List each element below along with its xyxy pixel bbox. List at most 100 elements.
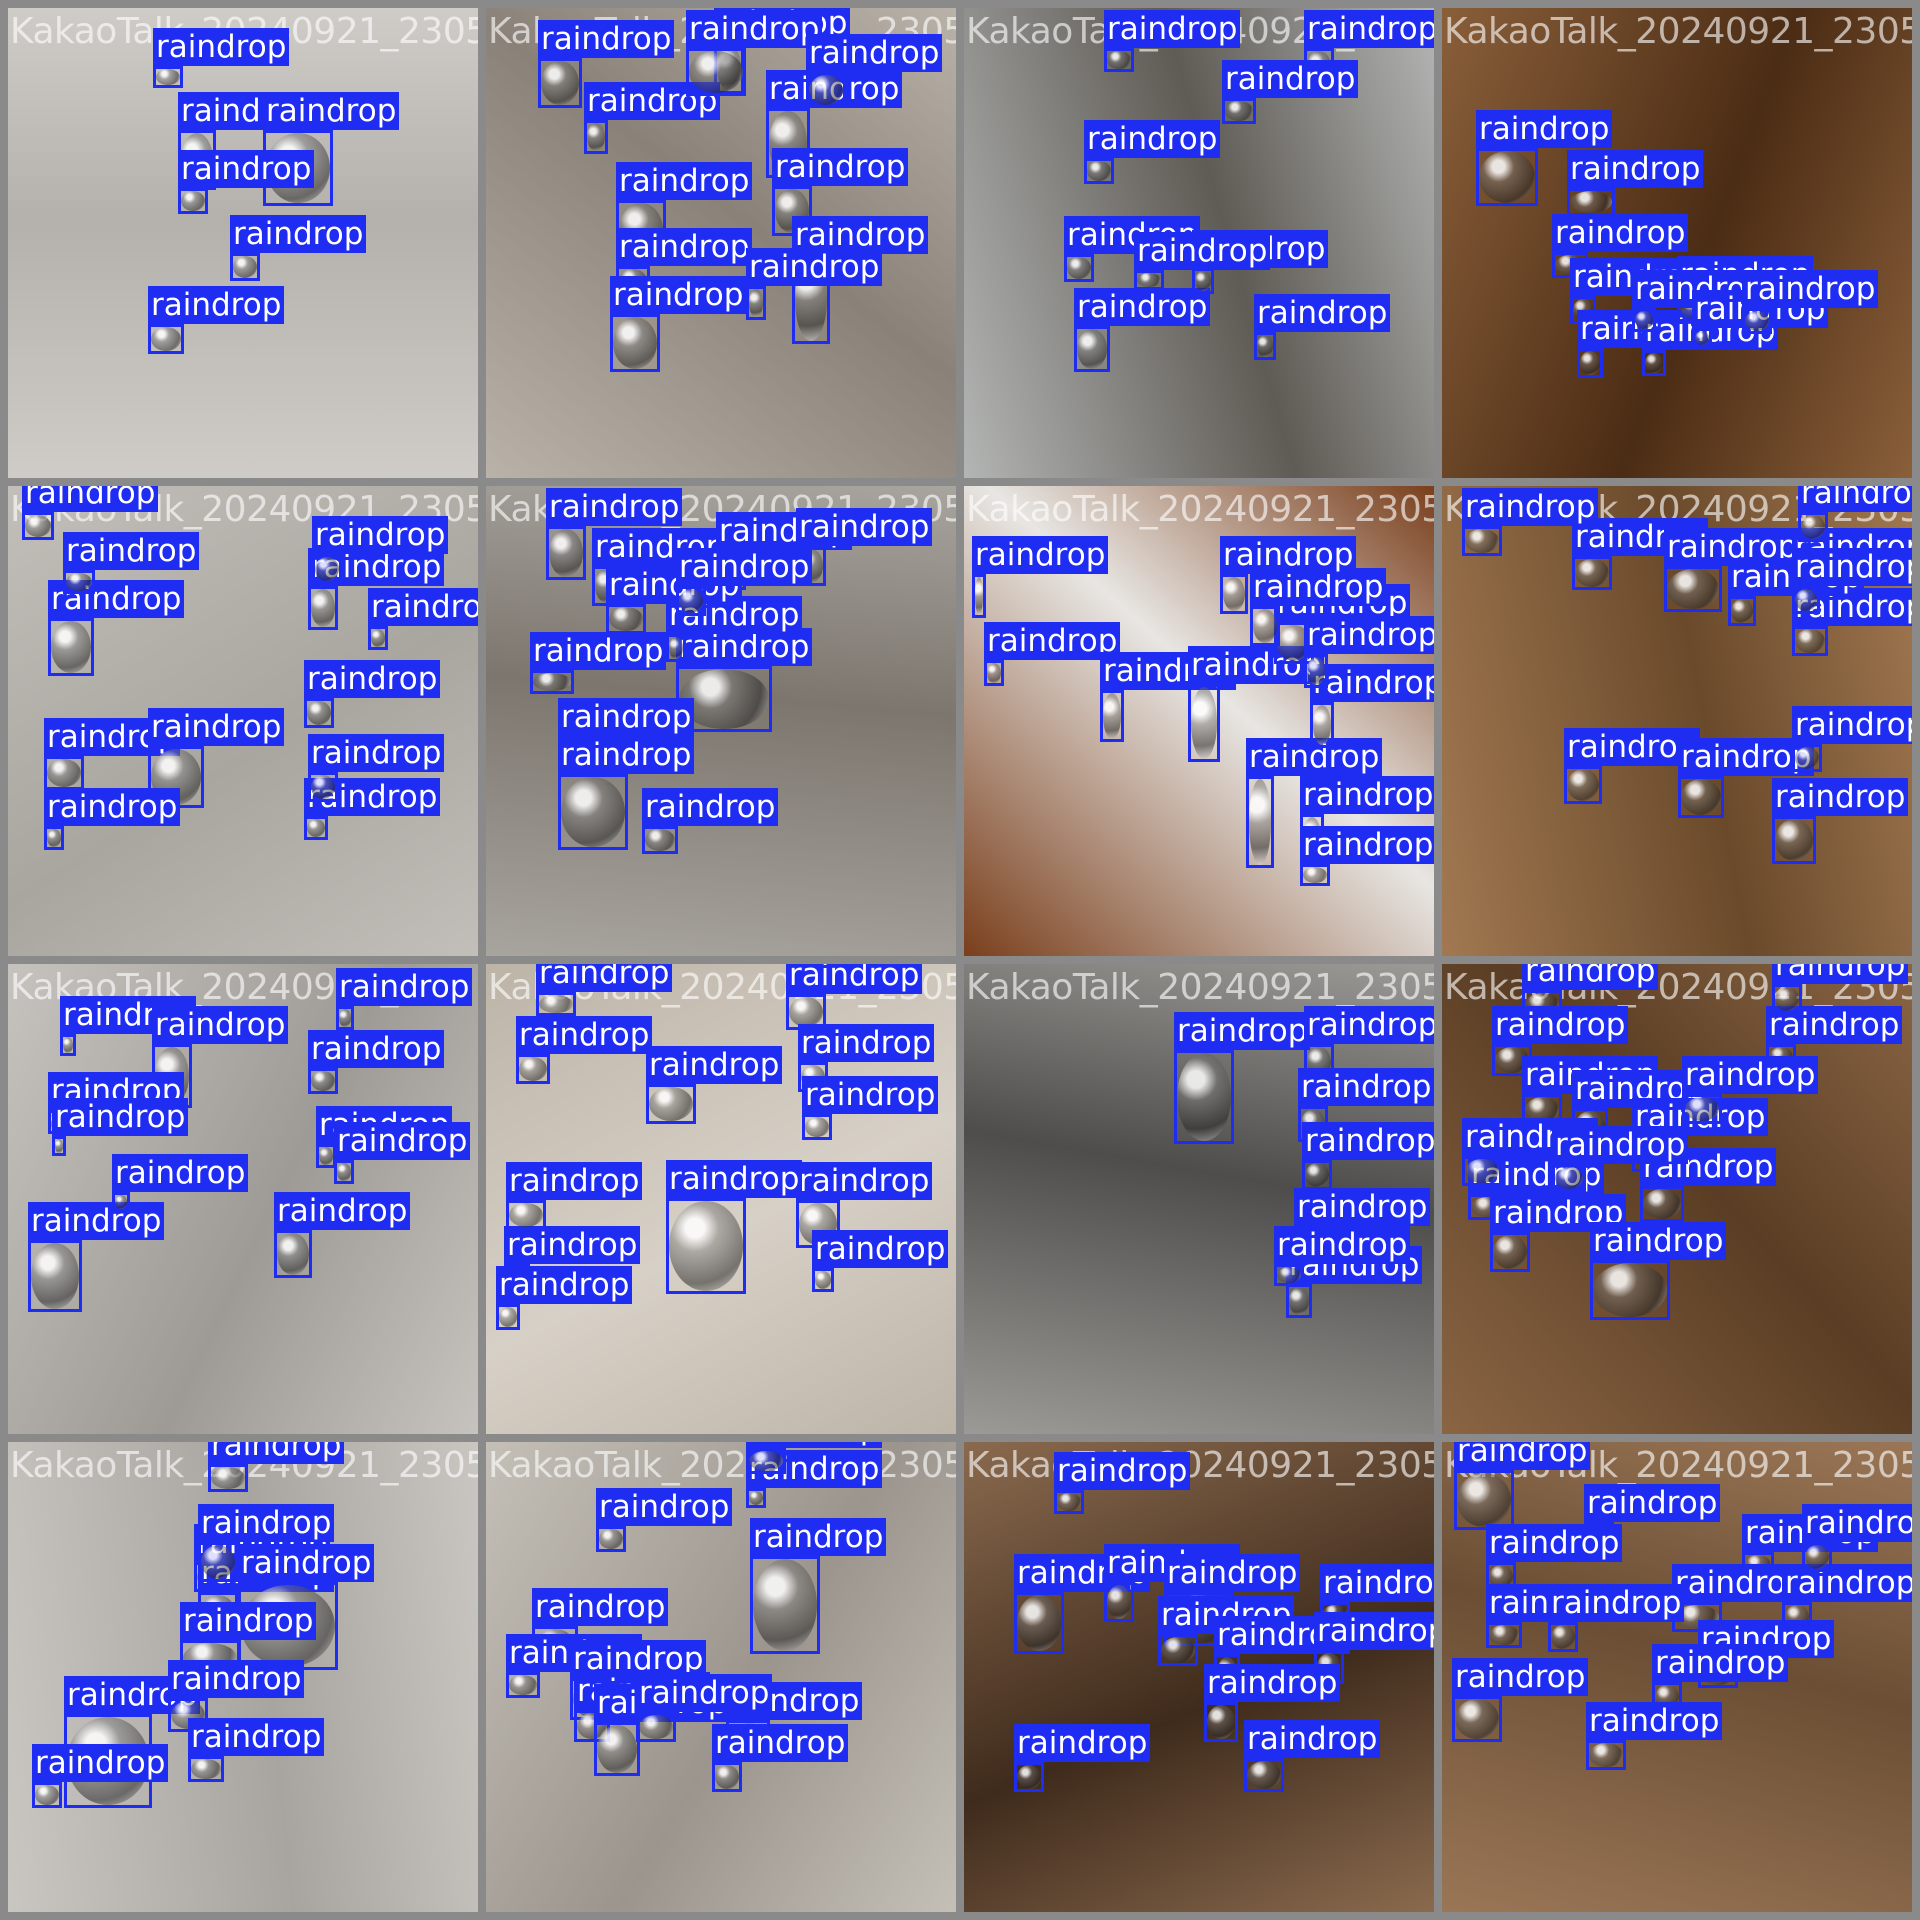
detection-label: raindrop [153, 28, 290, 66]
detection: raindrop [1682, 1056, 1819, 1124]
detection-label: raindrop [1294, 1188, 1431, 1226]
detection: raindrop [316, 1106, 453, 1168]
bounding-box [1632, 308, 1656, 332]
detection: raindrop [506, 1634, 643, 1698]
detection: raindrop [812, 1230, 949, 1292]
detection-label: raindrop [558, 698, 695, 736]
detection: raindrop [312, 516, 449, 584]
bounding-box [188, 1756, 224, 1782]
detection: raindrop [1486, 1584, 1623, 1648]
detection: raindrop [1302, 1122, 1434, 1190]
bounding-box [1100, 690, 1124, 742]
detection-label: raindrop [304, 660, 441, 698]
detection-label: raindrop [532, 1588, 669, 1626]
detection-label: raindrop [1104, 10, 1241, 48]
bounding-box [972, 574, 986, 618]
detection: raindrop [594, 1684, 731, 1776]
detection: raindrop [63, 532, 200, 594]
bounding-box [304, 698, 334, 728]
detection-label: raindrop [1590, 1222, 1727, 1260]
bounding-box [584, 120, 608, 154]
detection-label: raindrop [180, 1602, 317, 1640]
image-filename: KakaoTalk_20240921_2305 [966, 489, 1434, 530]
image-tile: KakaoTalk_20240921_2305 raindrop raindrop r… [964, 964, 1434, 1434]
bounding-box [1772, 984, 1802, 1014]
bounding-box [1452, 1696, 1502, 1742]
bounding-box [1792, 586, 1820, 614]
bounding-box [112, 1192, 130, 1212]
detection: raindrop [1462, 488, 1599, 556]
detection: raindrop [1590, 1222, 1727, 1320]
detection: raindrop [1100, 652, 1237, 742]
bounding-box [806, 72, 846, 108]
bounding-box [1772, 816, 1816, 864]
detection-label: raindrop [746, 1442, 883, 1448]
detection: raindrop [1286, 1246, 1423, 1318]
bounding-box [530, 670, 574, 694]
detection: raindrop [606, 566, 743, 634]
detection-label: raindrop [1222, 60, 1359, 98]
bounding-box [1567, 188, 1615, 216]
bounding-box [312, 554, 342, 584]
detection-label: raindrop [1254, 294, 1391, 332]
detection: raindrop [1454, 1442, 1591, 1530]
detection-label: raindrop [506, 1162, 643, 1200]
detection: raindrop [546, 488, 683, 580]
detection: raindrop [1084, 120, 1221, 184]
bounding-box [596, 1526, 626, 1552]
detection-label: raindrop [1304, 10, 1434, 48]
detection-label: raindrop [1302, 1122, 1434, 1160]
bounding-box [1792, 626, 1828, 656]
bounding-box [802, 1114, 832, 1140]
detection-label: raindrop [1552, 214, 1689, 252]
bounding-box [208, 1464, 248, 1492]
detection: raindrop [610, 276, 747, 372]
detection: raindrop [746, 1450, 883, 1508]
detection: raindrop [304, 778, 441, 840]
bounding-box [642, 826, 678, 854]
detection: raindrop [666, 1160, 803, 1294]
bounding-box [230, 253, 260, 281]
detection: raindrop [1158, 1596, 1295, 1666]
detection-label: raindrop [796, 1162, 933, 1200]
bounding-box [1084, 158, 1114, 184]
detection-label: raindrop [558, 736, 695, 774]
image-tile: KakaoTalk_20240921_23052raindropraindrop… [486, 1442, 956, 1912]
bounding-box [1014, 1592, 1064, 1654]
detection: raindrop [1772, 778, 1909, 864]
detection: raindrop [112, 1154, 249, 1212]
detection-label: raindrop [1552, 1126, 1689, 1164]
detection: raindrop [686, 10, 823, 96]
bounding-box [308, 772, 338, 802]
detection-label: raindrop [1772, 778, 1909, 816]
bounding-box [984, 660, 1004, 686]
detection-label: raindrop [1084, 120, 1221, 158]
detection-label: raindrop [1567, 150, 1704, 188]
detection-label: raindrop [1014, 1724, 1151, 1762]
detection-label: raindrop [616, 162, 753, 200]
detection-label: raindrop [1054, 1452, 1191, 1490]
bounding-box [1250, 606, 1280, 646]
bounding-box [676, 586, 706, 616]
detection: raindrop [1664, 528, 1801, 612]
detection-label: raindrop [1798, 486, 1912, 512]
detection: raindrop [584, 82, 721, 154]
detection: raindrop [1074, 288, 1211, 372]
bounding-box [536, 992, 576, 1016]
bounding-box [1074, 326, 1110, 372]
bounding-box [1564, 766, 1602, 804]
detection: raindrop [336, 968, 473, 1030]
detection: raindrop [1304, 616, 1434, 688]
bounding-box [153, 66, 183, 88]
detection: raindrop [198, 1504, 335, 1582]
detection-label: raindrop [1274, 1226, 1411, 1264]
detection-label: raindrop [22, 486, 159, 512]
detection-label: raindrop [1492, 1006, 1629, 1044]
detection-label: raindrop [1454, 1442, 1591, 1470]
detection: raindrop [208, 1442, 345, 1492]
detection: raindrop [1564, 728, 1701, 804]
image-tile: KakaoTalk_20240921_2305 raindrop raindrop r… [1442, 1442, 1912, 1912]
detection-label: raindrop [168, 1660, 305, 1698]
detection: raindrop [1792, 588, 1912, 656]
detection: raindrop [188, 1718, 325, 1782]
